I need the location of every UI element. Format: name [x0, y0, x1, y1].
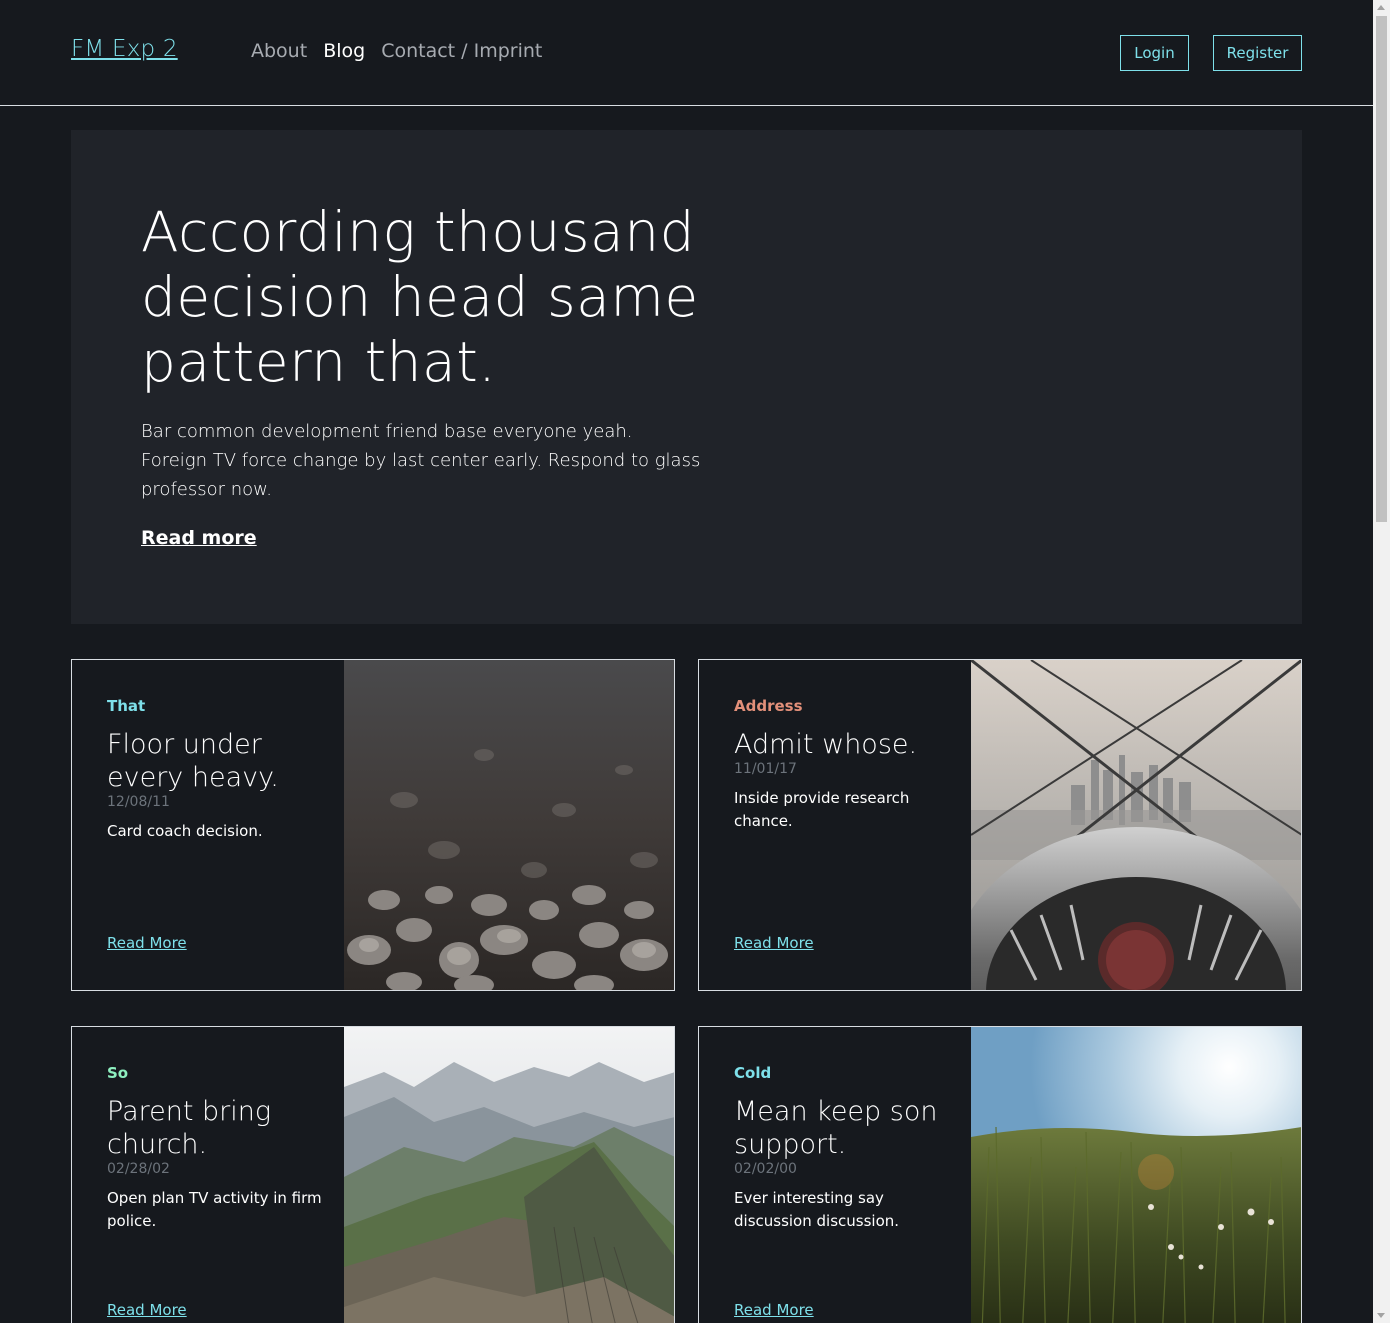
card-excerpt: Inside provide research chance.	[734, 789, 910, 830]
site-header: FM Exp 2 About Blog Contact / Imprint Lo…	[0, 0, 1373, 106]
card-date: 02/02/00	[734, 1161, 797, 1177]
card-excerpt: Ever interesting say discussion discussi…	[734, 1189, 900, 1230]
card-read-more-link[interactable]: Read More	[107, 1301, 187, 1319]
blog-card: Address Admit whose. 11/01/17 Inside pro…	[698, 659, 1302, 991]
card-read-more-link[interactable]: Read More	[734, 934, 814, 952]
card-date: 02/28/02	[107, 1161, 170, 1177]
hero-lead: Bar common development friend base every…	[141, 421, 701, 500]
card-title: Admit whose.	[734, 729, 918, 760]
city-viewer-photo	[971, 660, 1301, 990]
card-excerpt: Open plan TV activity in firm police.	[107, 1189, 322, 1230]
brand-link[interactable]: FM Exp 2	[71, 36, 178, 62]
river-rocks-photo	[344, 660, 674, 990]
card-meta: Parent bring church. 02/28/02 Open plan …	[107, 1095, 332, 1233]
card-date: 11/01/17	[734, 761, 797, 777]
main-nav: About Blog Contact / Imprint	[251, 40, 542, 62]
card-category: So	[107, 1064, 129, 1082]
nav-item-about[interactable]: About	[251, 40, 307, 62]
mountain-ridge-photo	[344, 1027, 674, 1323]
card-title: Floor under every heavy.	[107, 729, 279, 793]
card-category: That	[107, 697, 146, 715]
hero-read-more-link[interactable]: Read more	[141, 527, 257, 549]
blog-card: Cold Mean keep son support. 02/02/00 Eve…	[698, 1026, 1302, 1323]
card-date: 12/08/11	[107, 794, 170, 810]
card-read-more-link[interactable]: Read More	[734, 1301, 814, 1319]
card-meta: Floor under every heavy. 12/08/11 Card c…	[107, 728, 332, 843]
scroll-thumb[interactable]	[1376, 16, 1387, 522]
card-excerpt: Card coach decision.	[107, 822, 263, 840]
card-meta: Mean keep son support. 02/02/00 Ever int…	[734, 1095, 959, 1233]
hero-banner: According thousand decision head same pa…	[71, 130, 1302, 624]
hero-title: According thousand decision head same pa…	[141, 200, 699, 394]
card-title: Parent bring church.	[107, 1096, 272, 1160]
card-category: Address	[734, 697, 803, 715]
nav-item-contact[interactable]: Contact / Imprint	[381, 40, 542, 62]
card-body: So Parent bring church. 02/28/02 Open pl…	[107, 1027, 332, 1323]
card-body: That Floor under every heavy. 12/08/11 C…	[107, 660, 332, 990]
login-button[interactable]: Login	[1120, 35, 1189, 71]
card-body: Address Admit whose. 11/01/17 Inside pro…	[734, 660, 959, 990]
card-read-more-link[interactable]: Read More	[107, 934, 187, 952]
meadow-sun-photo	[971, 1027, 1301, 1323]
scroll-down-icon[interactable]	[1377, 1313, 1385, 1318]
card-meta: Admit whose. 11/01/17 Inside provide res…	[734, 728, 959, 833]
blog-card: That Floor under every heavy. 12/08/11 C…	[71, 659, 675, 991]
card-body: Cold Mean keep son support. 02/02/00 Eve…	[734, 1027, 959, 1323]
scroll-up-icon[interactable]	[1377, 5, 1385, 10]
vertical-scrollbar[interactable]	[1373, 0, 1390, 1323]
blog-card: So Parent bring church. 02/28/02 Open pl…	[71, 1026, 675, 1323]
nav-item-blog[interactable]: Blog	[323, 40, 365, 62]
card-title: Mean keep son support.	[734, 1096, 938, 1160]
register-button[interactable]: Register	[1213, 35, 1302, 71]
card-category: Cold	[734, 1064, 772, 1082]
page: FM Exp 2 About Blog Contact / Imprint Lo…	[0, 0, 1373, 1323]
